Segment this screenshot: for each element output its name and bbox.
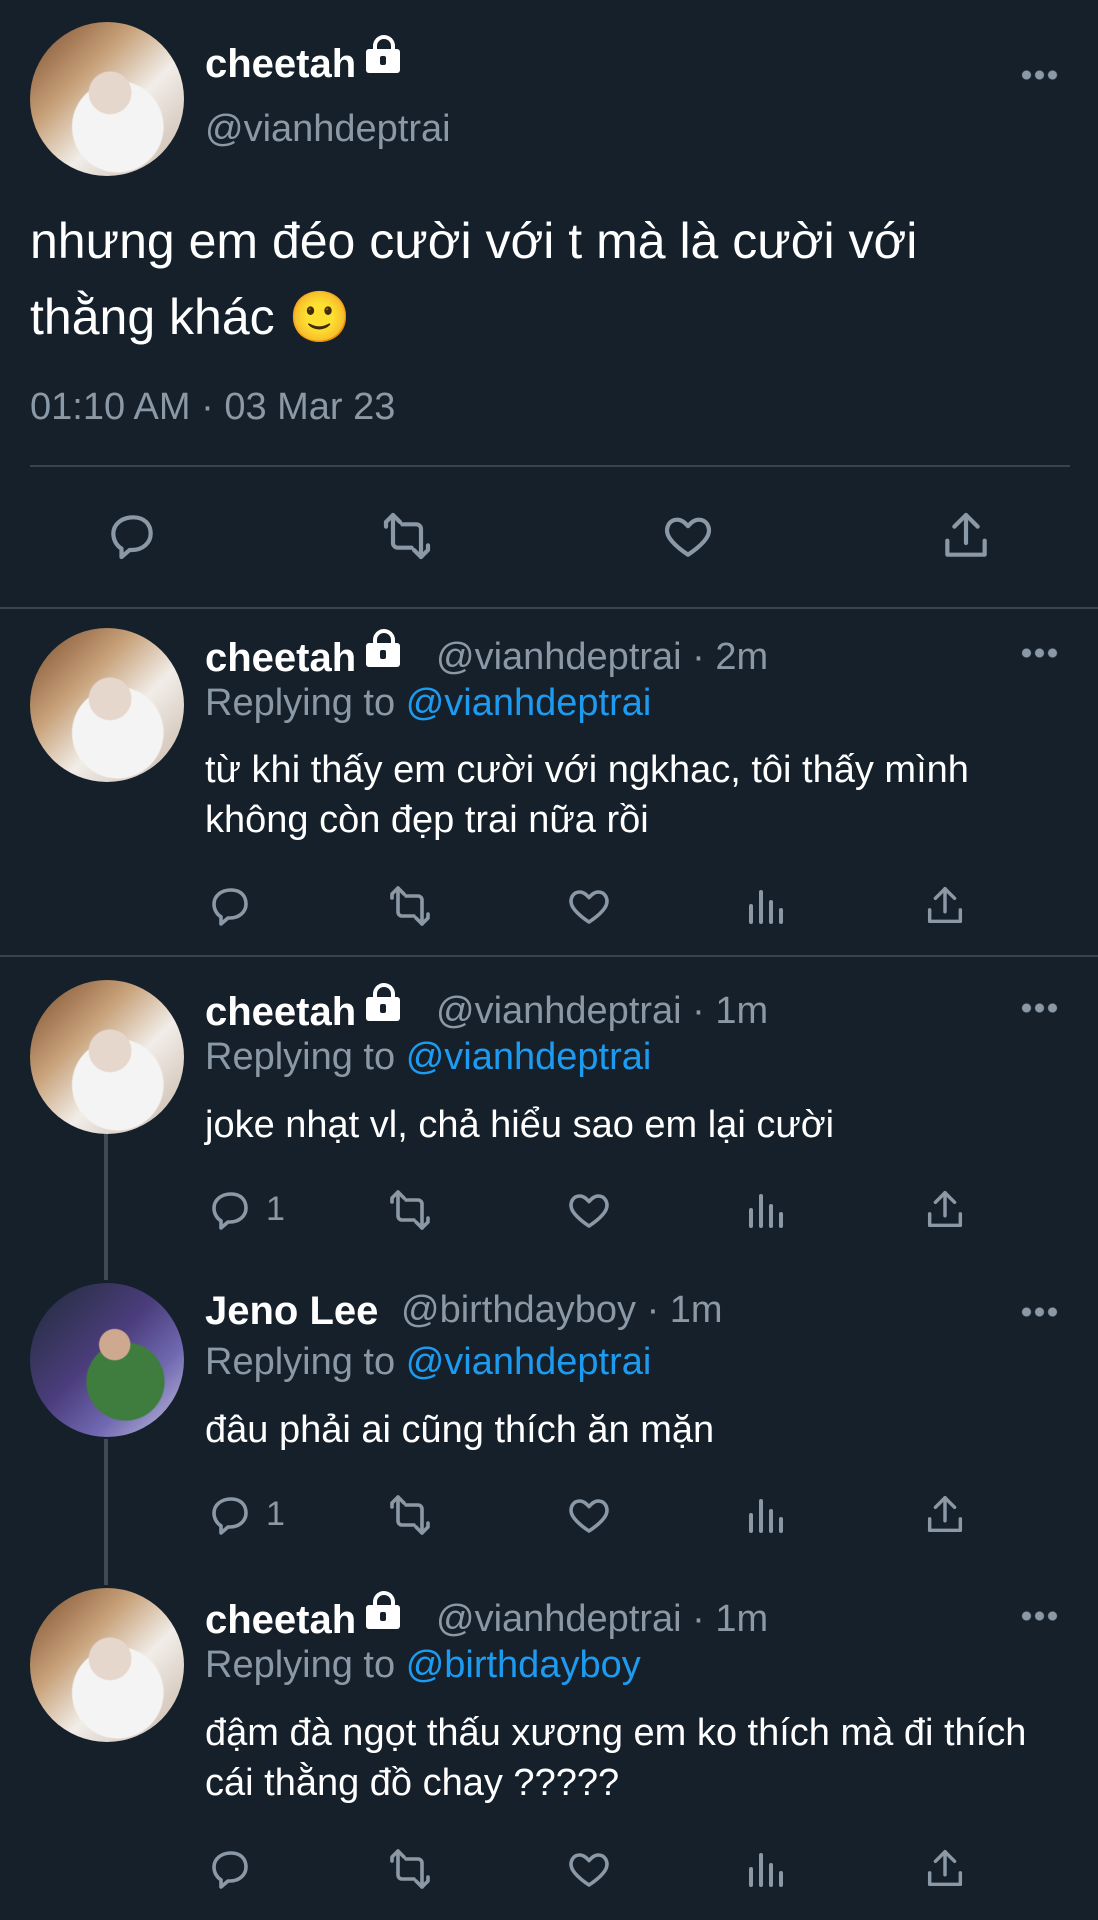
replying-to-label: Replying to <box>205 1341 396 1383</box>
reply-text: đâu phải ai cũng thích ăn mặn <box>205 1409 715 1451</box>
reply-meta[interactable]: @vianhdeptrai · 2m <box>436 636 768 679</box>
reply-meta[interactable]: @birthdayboy · 1m <box>401 1289 723 1332</box>
replying-to-line: Replying to @vianhdeptrai <box>205 1341 651 1384</box>
retweet-icon[interactable] <box>383 1186 437 1234</box>
share-icon[interactable] <box>922 882 968 930</box>
like-icon[interactable] <box>659 508 717 564</box>
like-icon[interactable] <box>565 1491 613 1539</box>
author-name-text: cheetah <box>205 42 357 86</box>
views-icon[interactable] <box>745 1491 789 1539</box>
avatar[interactable] <box>30 22 184 176</box>
reply-text: joke nhạt vl, chả hiểu sao em lại cười <box>205 1104 835 1146</box>
retweet-icon[interactable] <box>376 508 438 564</box>
lock-icon <box>366 1591 401 1629</box>
replying-to-line: Replying to @birthdayboy <box>205 1644 641 1687</box>
like-icon[interactable] <box>565 1186 613 1234</box>
reply-author-name-text: cheetah <box>205 636 357 680</box>
more-icon[interactable] <box>1020 648 1058 658</box>
share-icon[interactable] <box>922 1491 968 1539</box>
reply-text: từ khi thấy em cười với ngkhac, tôi thấy… <box>205 749 969 841</box>
views-icon[interactable] <box>745 1186 789 1234</box>
reply-text: đậm đà ngọt thấu xương em ko thích mà đi… <box>205 1712 1027 1804</box>
replying-to-label: Replying to <box>205 1644 396 1686</box>
avatar[interactable] <box>30 980 184 1134</box>
lock-icon <box>366 35 401 73</box>
reply-meta[interactable]: @vianhdeptrai · 1m <box>436 990 768 1033</box>
avatar[interactable] <box>30 1588 184 1742</box>
divider <box>0 607 1098 609</box>
reply-author-name[interactable]: cheetah <box>205 1591 401 1643</box>
reply-icon[interactable] <box>206 1845 254 1893</box>
reply-author-name-text: cheetah <box>205 990 357 1034</box>
reply-icon[interactable] <box>104 508 160 564</box>
more-icon[interactable] <box>1020 1003 1058 1013</box>
more-icon[interactable] <box>1020 1307 1058 1317</box>
retweet-icon[interactable] <box>383 1845 437 1893</box>
replying-to-handle[interactable]: @birthdayboy <box>406 1644 641 1686</box>
share-icon[interactable] <box>922 1845 968 1893</box>
replying-to-label: Replying to <box>205 1036 396 1078</box>
retweet-icon[interactable] <box>383 882 437 930</box>
replying-to-handle[interactable]: @vianhdeptrai <box>406 1341 652 1383</box>
views-icon[interactable] <box>745 1845 789 1893</box>
replying-to-line: Replying to @vianhdeptrai <box>205 1036 651 1079</box>
thread-line <box>104 1439 108 1585</box>
replying-to-line: Replying to @vianhdeptrai <box>205 682 651 725</box>
lock-icon <box>366 983 401 1021</box>
tweet-timestamp[interactable]: 01:10 AM · 03 Mar 23 <box>30 386 395 429</box>
thread-line <box>104 1134 108 1280</box>
replying-to-handle[interactable]: @vianhdeptrai <box>406 682 652 724</box>
share-icon[interactable] <box>938 508 994 564</box>
reply-author-name[interactable]: cheetah <box>205 629 401 681</box>
reply-author-name-text: cheetah <box>205 1598 357 1642</box>
replying-to-handle[interactable]: @vianhdeptrai <box>406 1036 652 1078</box>
retweet-icon[interactable] <box>383 1491 437 1539</box>
lock-icon <box>366 629 401 667</box>
divider <box>30 465 1070 467</box>
replying-to-label: Replying to <box>205 682 396 724</box>
avatar[interactable] <box>30 628 184 782</box>
divider <box>0 955 1098 957</box>
more-icon[interactable] <box>1020 70 1058 80</box>
author-name[interactable]: cheetah <box>205 35 401 87</box>
reply-icon[interactable] <box>206 1186 254 1234</box>
reply-author-name[interactable]: cheetah <box>205 983 401 1035</box>
reply-author-name[interactable]: Jeno Lee <box>205 1289 378 1334</box>
tweet-text: nhưng em đéo cười với t mà là cười với t… <box>30 213 918 345</box>
reply-icon[interactable] <box>206 882 254 930</box>
like-icon[interactable] <box>565 1845 613 1893</box>
views-icon[interactable] <box>745 882 789 930</box>
more-icon[interactable] <box>1020 1611 1058 1621</box>
avatar[interactable] <box>30 1283 184 1437</box>
author-handle[interactable]: @vianhdeptrai <box>205 108 451 151</box>
like-icon[interactable] <box>565 882 613 930</box>
share-icon[interactable] <box>922 1186 968 1234</box>
reply-meta[interactable]: @vianhdeptrai · 1m <box>436 1598 768 1641</box>
reply-count: 1 <box>266 1495 285 1533</box>
reply-count: 1 <box>266 1190 285 1228</box>
reply-icon[interactable] <box>206 1491 254 1539</box>
